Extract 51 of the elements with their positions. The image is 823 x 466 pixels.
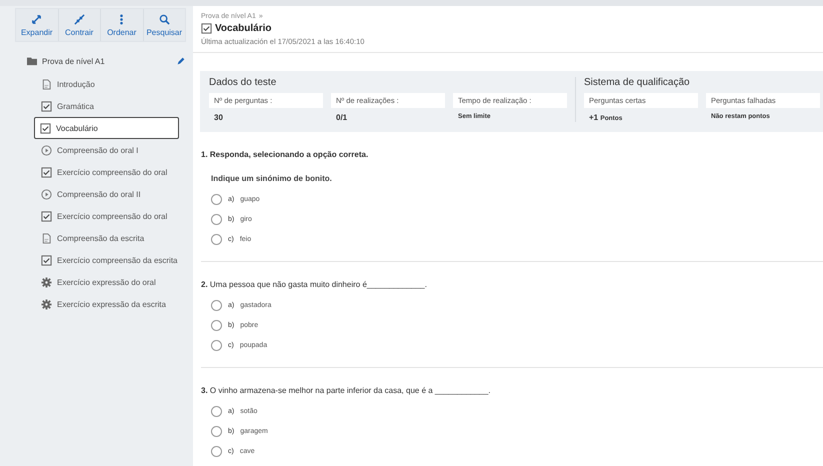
section-title: Sistema de qualificação	[584, 77, 691, 88]
radio-button[interactable]	[211, 194, 222, 204]
checkbox-icon	[41, 210, 52, 222]
sort-button[interactable]: Ordenar	[101, 9, 144, 41]
tree-item[interactable]: Compreensão da escrita	[37, 227, 182, 249]
play-icon	[41, 144, 52, 156]
folder-icon	[26, 56, 38, 66]
tree-item[interactable]: Compreensão do oral I	[37, 139, 182, 161]
expand-button[interactable]: Expandir	[16, 9, 58, 41]
tree-item[interactable]: Exercício compreensão da escrita	[37, 249, 182, 271]
tree-item[interactable]: Vocabulário	[34, 117, 179, 139]
gear-icon	[41, 276, 52, 288]
radio-button[interactable]	[211, 214, 222, 224]
tree-item[interactable]: Exercício compreensão do oral	[37, 205, 182, 227]
radio-button[interactable]	[211, 320, 222, 330]
tree-root-label[interactable]: Prova de nível A1	[42, 56, 176, 66]
tree-item[interactable]: Gramática	[37, 95, 182, 117]
question-text: 3. O vinho armazena-se melhor na parte inferior da casa, que é a ____________.	[201, 386, 492, 395]
tree-item[interactable]: Compreensão do oral II	[37, 183, 182, 205]
stat-value: 0/1	[335, 112, 348, 122]
question-prompt: Indique um sinónimo de bonito.	[211, 174, 333, 183]
checkbox-icon	[41, 254, 52, 266]
play-icon	[41, 188, 52, 200]
document-icon	[41, 78, 52, 90]
tree-item[interactable]: Exercício expressão do oral	[37, 271, 182, 293]
collapse-button[interactable]: Contrair	[58, 9, 101, 41]
radio-button[interactable]	[211, 340, 222, 350]
gear-icon	[41, 298, 52, 310]
tree-item[interactable]: Exercício compreensão do oral	[37, 161, 182, 183]
checkbox-icon	[201, 23, 212, 34]
radio-button[interactable]	[211, 426, 222, 436]
pencil-icon	[176, 56, 186, 66]
question-text: 1. Responda, selecionando a opção correta.	[201, 150, 370, 159]
radio-button[interactable]	[211, 406, 222, 416]
collapse-icon	[74, 14, 85, 24]
tree-item[interactable]: Introdução	[37, 73, 182, 95]
checkbox-icon	[40, 122, 51, 134]
radio-button[interactable]	[211, 234, 222, 244]
page-title: Vocabulário	[215, 23, 272, 34]
section-title: Dados do teste	[209, 77, 278, 88]
question-text: 2. Uma pessoa que não gasta muito dinheiro é_____________.	[201, 280, 428, 289]
radio-button[interactable]	[211, 300, 222, 310]
checkbox-icon	[41, 166, 52, 178]
tree-item[interactable]: Exercício expressão da escrita	[37, 293, 182, 315]
search-icon	[158, 14, 170, 24]
radio-button[interactable]	[211, 446, 222, 456]
document-icon	[41, 232, 52, 244]
expand-icon	[31, 14, 42, 24]
checkbox-icon	[41, 100, 52, 112]
search-button[interactable]: Pesquisar	[144, 9, 185, 41]
stat-value: 30	[213, 112, 224, 122]
